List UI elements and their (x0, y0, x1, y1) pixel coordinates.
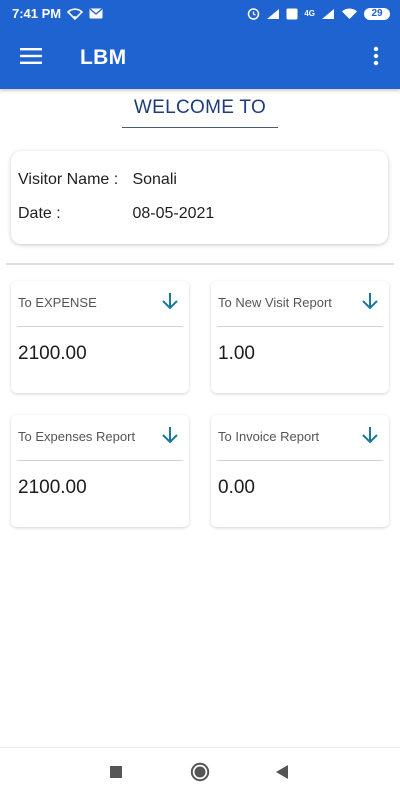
card-divider (217, 326, 383, 327)
arrow-down-icon[interactable] (160, 425, 180, 445)
card-title: To New Visit Report (218, 295, 332, 310)
hamburger-menu-button[interactable] (0, 27, 62, 89)
card-to-expenses-report[interactable]: To Expenses Report 2100.00 (11, 415, 189, 527)
visit-date-row: Date : 08-05-2021 (18, 205, 214, 223)
arrow-down-icon[interactable] (160, 291, 180, 311)
visitor-name-label: Visitor Name : (18, 171, 119, 188)
card-divider (17, 460, 183, 461)
visitor-info-card: Visitor Name : Sonali Date : 08-05-2021 (11, 151, 388, 244)
network-type-label: 4G (304, 9, 315, 18)
app-bar: LBM (0, 27, 400, 89)
visit-date-value: 08-05-2021 (132, 205, 215, 222)
card-value: 2100.00 (18, 343, 87, 364)
more-options-button[interactable] (364, 43, 388, 73)
app-title: LBM (80, 46, 127, 69)
visitor-name-value: Sonali (132, 171, 177, 188)
welcome-underline (122, 127, 278, 128)
wifi-icon (67, 7, 84, 20)
signal-icon (321, 8, 335, 20)
volte-icon (286, 8, 298, 20)
hamburger-menu-icon (20, 47, 42, 69)
wifi-icon (341, 7, 358, 20)
card-title: To EXPENSE (18, 295, 97, 310)
card-value: 0.00 (218, 477, 255, 498)
card-to-new-visit-report[interactable]: To New Visit Report 1.00 (211, 281, 389, 393)
card-divider (17, 326, 183, 327)
arrow-down-icon[interactable] (360, 291, 380, 311)
recents-square-icon (109, 765, 123, 784)
card-to-expense[interactable]: To EXPENSE 2100.00 (11, 281, 189, 393)
system-navigation-bar (0, 747, 400, 801)
status-bar-left: 7:41 PM (12, 6, 103, 21)
recents-button[interactable] (86, 748, 146, 801)
status-bar-right: 4G 29 (247, 7, 390, 20)
card-value: 2100.00 (18, 477, 87, 498)
visit-date-label: Date : (18, 205, 61, 222)
visitor-name-row: Visitor Name : Sonali (18, 171, 177, 189)
mail-icon (89, 8, 103, 19)
card-to-invoice-report[interactable]: To Invoice Report 0.00 (211, 415, 389, 527)
section-divider (6, 263, 394, 265)
status-time: 7:41 PM (12, 6, 62, 21)
card-divider (217, 460, 383, 461)
card-value: 1.00 (218, 343, 255, 364)
arrow-down-icon[interactable] (360, 425, 380, 445)
battery-icon: 29 (364, 7, 390, 20)
signal-icon (266, 8, 280, 20)
card-title: To Expenses Report (18, 429, 136, 444)
alarm-icon (247, 7, 260, 20)
back-button[interactable] (252, 748, 312, 801)
more-vertical-icon (373, 46, 379, 71)
home-circle-icon (190, 762, 210, 787)
back-triangle-icon (275, 764, 289, 785)
home-button[interactable] (170, 748, 230, 801)
status-bar: 7:41 PM 4G 29 (0, 0, 400, 27)
welcome-heading: WELCOME TO (133, 97, 267, 118)
card-title: To Invoice Report (218, 429, 320, 444)
